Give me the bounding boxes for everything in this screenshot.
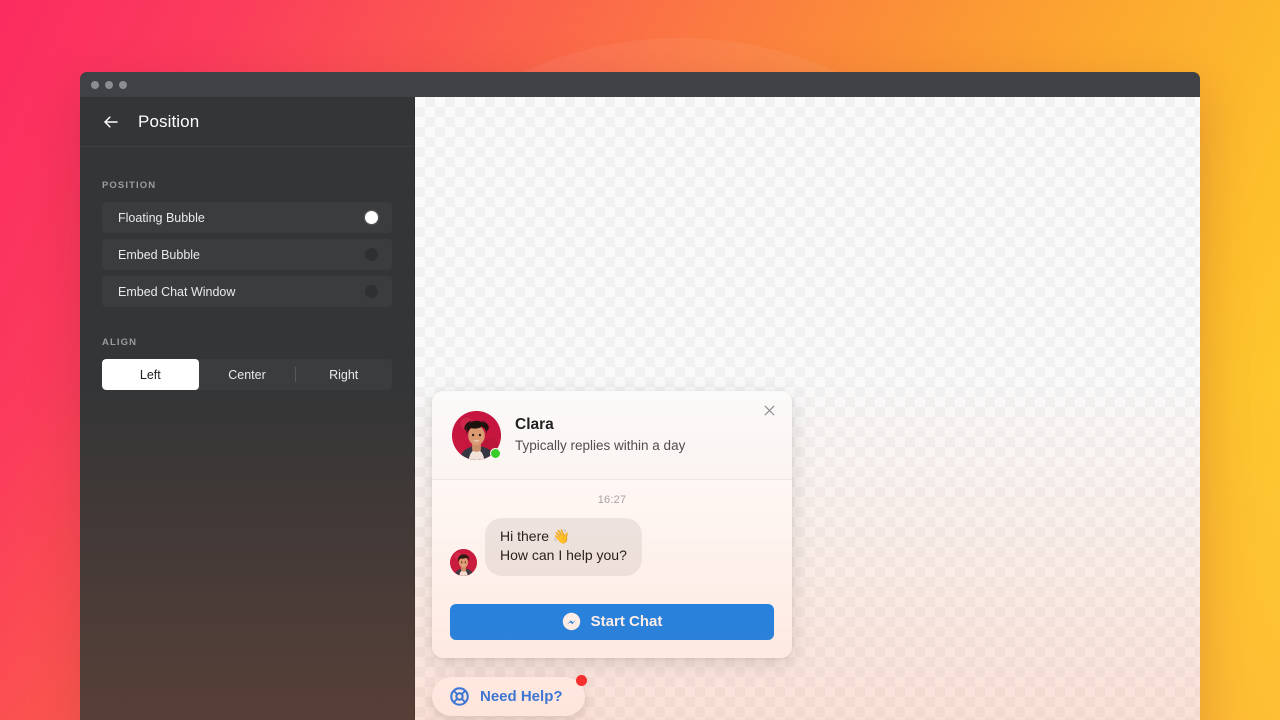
online-status-dot — [490, 448, 501, 459]
option-label: Floating Bubble — [118, 210, 205, 225]
radio-embed-chat-window[interactable] — [365, 285, 378, 298]
window-body: Position POSITION Floating Bubble Embed … — [80, 97, 1200, 720]
option-label: Embed Chat Window — [118, 284, 236, 299]
avatar-wrapper — [452, 411, 501, 460]
agent-info: Clara Typically replies within a day — [515, 415, 685, 456]
position-option-embed-bubble[interactable]: Embed Bubble — [102, 239, 392, 270]
need-help-bubble[interactable]: Need Help? — [432, 675, 587, 716]
lifebuoy-icon — [450, 687, 469, 706]
preview-canvas: Clara Typically replies within a day 16:… — [415, 97, 1200, 720]
need-help-label: Need Help? — [480, 688, 563, 705]
chat-widget-card: Clara Typically replies within a day 16:… — [432, 391, 792, 658]
window-titlebar — [80, 72, 1200, 97]
chat-widget-header: Clara Typically replies within a day — [432, 391, 792, 480]
arrow-left-icon[interactable] — [102, 113, 120, 131]
start-chat-button[interactable]: Start Chat — [450, 603, 774, 640]
message-row: Hi there 👋 How can I help you? — [450, 518, 774, 576]
message-timestamp: 16:27 — [597, 494, 627, 506]
radio-embed-bubble[interactable] — [365, 248, 378, 261]
close-icon[interactable] — [759, 400, 779, 420]
align-segmented-control: Left Center Right — [102, 359, 392, 390]
page-title: Position — [138, 111, 200, 131]
app-backdrop: Position POSITION Floating Bubble Embed … — [0, 0, 1280, 720]
radio-floating-bubble[interactable] — [365, 211, 378, 224]
option-label: Embed Bubble — [118, 247, 201, 262]
window-dot-minimize[interactable] — [105, 80, 113, 89]
align-option-left[interactable]: Left — [102, 359, 199, 390]
message-avatar — [450, 548, 477, 576]
panel-content: POSITION Floating Bubble Embed Bubble Em… — [80, 147, 414, 390]
settings-sidebar: Position POSITION Floating Bubble Embed … — [80, 97, 415, 720]
align-option-right[interactable]: Right — [295, 359, 392, 390]
app-window: Position POSITION Floating Bubble Embed … — [80, 72, 1200, 720]
messenger-icon — [562, 612, 580, 631]
position-group-label: POSITION — [102, 180, 157, 191]
chat-widget-body: 16:27 Hi there 👋 How can I help you? Sta… — [432, 480, 792, 658]
position-option-floating-bubble[interactable]: Floating Bubble — [102, 202, 392, 233]
agent-subtitle: Typically replies within a day — [515, 437, 686, 453]
panel-header: Position — [80, 97, 414, 147]
align-option-center[interactable]: Center — [199, 359, 296, 390]
align-group: ALIGN Left Center Right — [102, 337, 392, 390]
window-dot-close[interactable] — [91, 80, 99, 89]
start-chat-label: Start Chat — [590, 613, 663, 631]
agent-name: Clara — [515, 416, 554, 434]
message-line-2: How can I help you? — [500, 547, 627, 564]
window-dot-maximize[interactable] — [119, 80, 127, 89]
position-option-embed-chat-window[interactable]: Embed Chat Window — [102, 276, 392, 307]
message-bubble: Hi there 👋 How can I help you? — [485, 518, 642, 576]
align-group-label: ALIGN — [102, 337, 138, 348]
notification-badge — [575, 675, 587, 686]
message-line-1: Hi there 👋 — [500, 528, 571, 544]
